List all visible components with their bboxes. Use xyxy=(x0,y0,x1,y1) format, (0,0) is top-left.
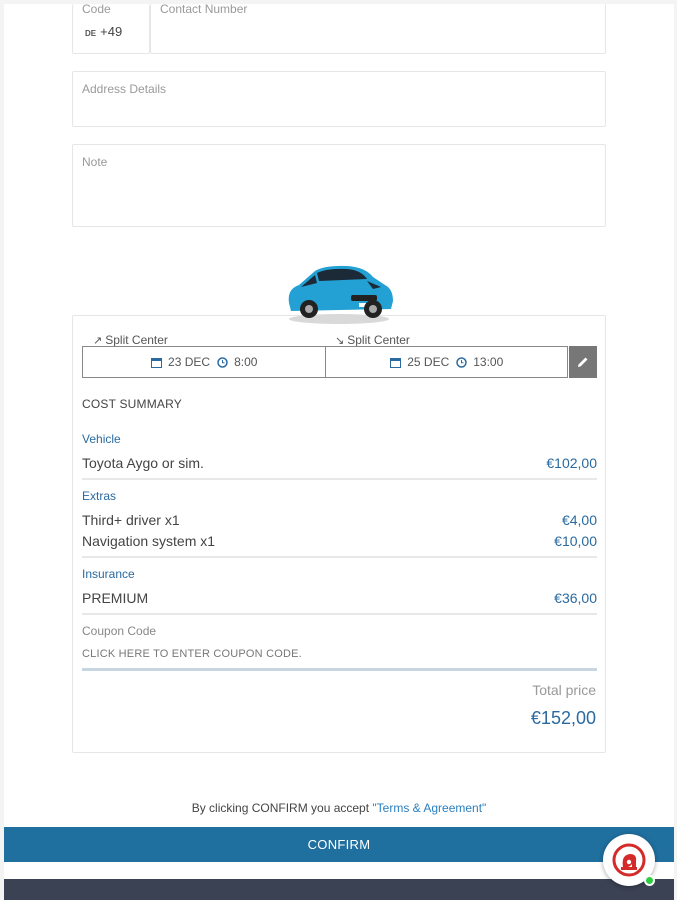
coupon-code-link[interactable]: CLICK HERE TO ENTER COUPON CODE. xyxy=(82,648,302,660)
extra-name: Third+ driver x1 xyxy=(82,512,180,528)
country-flag: DE xyxy=(85,29,97,38)
note-field[interactable]: Note xyxy=(72,144,606,227)
country-code-field[interactable]: Code DE +49 xyxy=(72,2,150,54)
dropoff-location: ↘ Split Center xyxy=(333,333,412,347)
pickup-location: ↗ Split Center xyxy=(91,333,170,347)
car-image xyxy=(288,265,393,324)
dropoff-time: 13:00 xyxy=(473,355,504,369)
total-price-value: €152,00 xyxy=(530,708,596,728)
insurance-price: €36,00 xyxy=(554,590,597,606)
contact-label: Contact Number xyxy=(160,2,248,16)
address-label: Address Details xyxy=(82,82,167,96)
pickup-time: 8:00 xyxy=(234,355,258,369)
chat-logo-icon xyxy=(612,843,646,877)
insurance-name: PREMIUM xyxy=(82,590,149,606)
code-value[interactable]: DE +49 xyxy=(85,24,122,39)
pickup-location-text: Split Center xyxy=(105,333,168,347)
edit-dates-button[interactable] xyxy=(569,346,597,378)
vehicle-section-label: Vehicle xyxy=(82,432,121,446)
pickup-datetime[interactable]: 23 DEC 8:00 xyxy=(82,346,326,378)
extra-line: Third+ driver x1 €4,00 xyxy=(82,512,597,528)
address-details-field[interactable]: Address Details xyxy=(72,71,606,127)
extra-price: €4,00 xyxy=(561,512,597,528)
dropoff-location-text: Split Center xyxy=(347,333,410,347)
extras-section-label: Extras xyxy=(82,489,117,503)
calendar-icon xyxy=(389,356,401,368)
clock-icon xyxy=(455,356,467,368)
booking-summary-card: ↗ Split Center ↘ Split Center 23 DEC 8:00 … xyxy=(72,315,606,753)
divider xyxy=(82,613,597,615)
calendar-icon xyxy=(150,356,162,368)
terms-notice: By clicking CONFIRM you accept "Terms & … xyxy=(4,801,674,815)
insurance-section-label: Insurance xyxy=(82,567,135,581)
confirm-label: CONFIRM xyxy=(307,837,371,852)
divider xyxy=(82,556,597,558)
extra-line: Navigation system x1 €10,00 xyxy=(82,533,597,549)
clock-icon xyxy=(216,356,228,368)
divider xyxy=(82,478,597,480)
note-label: Note xyxy=(82,155,108,169)
confirm-button[interactable]: CONFIRM xyxy=(4,827,674,862)
booking-page: Code DE +49 Contact Number Address Detail… xyxy=(4,2,674,900)
cost-summary-title: COST SUMMARY xyxy=(82,397,182,411)
pickup-date: 23 DEC xyxy=(168,355,211,369)
vehicle-name: Toyota Aygo or sim. xyxy=(82,455,204,471)
coupon-code-label: Coupon Code xyxy=(82,624,157,638)
vehicle-price: €102,00 xyxy=(546,455,597,471)
contact-number-field[interactable]: Contact Number xyxy=(150,2,606,54)
dropoff-datetime[interactable]: 25 DEC 13:00 xyxy=(325,346,568,378)
vehicle-line: Toyota Aygo or sim. €102,00 xyxy=(82,455,597,471)
total-price-label: Total price xyxy=(532,682,596,698)
footer-bar xyxy=(4,879,674,900)
terms-link[interactable]: "Terms & Agreement" xyxy=(372,801,486,815)
chat-widget-button[interactable] xyxy=(603,834,655,886)
extra-name: Navigation system x1 xyxy=(82,533,216,549)
online-status-dot xyxy=(644,875,655,886)
insurance-line: PREMIUM €36,00 xyxy=(82,590,597,606)
dropoff-date: 25 DEC xyxy=(407,355,450,369)
rental-dates: 23 DEC 8:00 25 DEC 13:00 xyxy=(82,346,568,378)
coupon-underline xyxy=(82,668,597,671)
pencil-icon xyxy=(578,357,588,367)
terms-text: By clicking CONFIRM you accept xyxy=(191,801,373,815)
extra-price: €10,00 xyxy=(554,533,597,549)
dial-code: +49 xyxy=(100,24,123,39)
code-label: Code xyxy=(82,2,111,16)
